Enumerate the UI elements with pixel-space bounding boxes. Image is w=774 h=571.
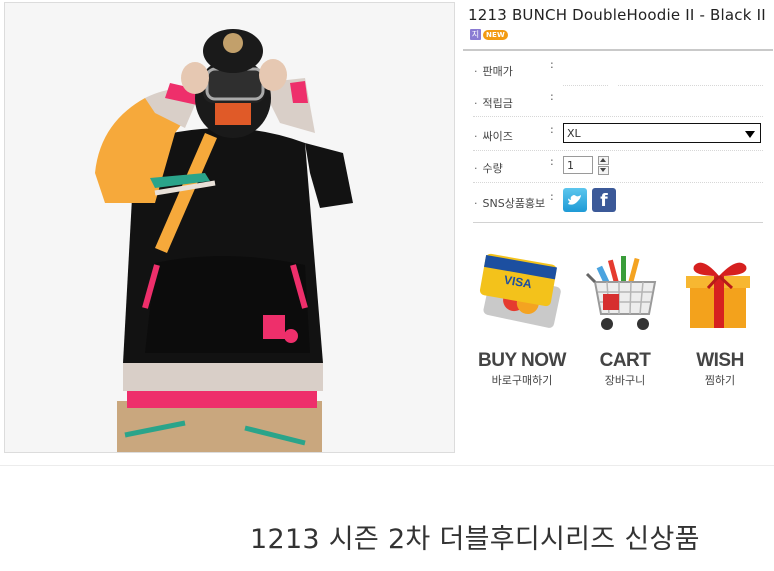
arrow-up-icon — [600, 158, 606, 162]
wish-subtitle: 찜하기 — [704, 374, 736, 387]
qty-colon: : — [550, 155, 554, 168]
section-divider — [0, 465, 774, 466]
arrow-down-icon — [600, 168, 606, 172]
divider — [473, 150, 763, 151]
size-select-value: XL — [567, 127, 581, 140]
divider — [618, 85, 763, 86]
price-colon: : — [550, 58, 554, 71]
quantity-input[interactable]: 1 — [563, 156, 593, 174]
size-label: · 싸이즈 — [474, 130, 513, 143]
qty-label: · 수량 — [474, 162, 503, 175]
product-image — [4, 2, 455, 453]
points-colon: : — [550, 90, 554, 103]
points-label: · 적립금 — [474, 97, 513, 110]
sns-label: · SNS상품홍보 — [474, 197, 546, 210]
facebook-share-button[interactable]: f — [592, 188, 616, 212]
hoodie-model-illustration — [5, 3, 454, 452]
cart-button[interactable]: CART 장바구니 — [577, 252, 673, 390]
sns-colon: : — [550, 190, 554, 203]
buy-now-subtitle: 바로구매하기 — [491, 374, 553, 387]
product-title: 1213 BUNCH DoubleHoodie II - Black II 지 NE… — [468, 6, 770, 44]
wish-title: WISH — [696, 350, 744, 371]
quantity-down-button[interactable] — [598, 166, 609, 175]
divider — [473, 116, 763, 117]
gift-box-icon — [686, 262, 750, 328]
credit-card-icon: VISA — [479, 253, 561, 328]
quantity-stepper — [598, 156, 609, 175]
divider — [473, 222, 763, 223]
divider — [563, 85, 608, 86]
size-colon: : — [550, 123, 554, 136]
cart-title: CART — [599, 350, 651, 371]
detail-headline: 1213 시즌 2차 더블후디시리즈 신상품 — [250, 524, 700, 555]
cart-subtitle: 장바구니 — [604, 374, 646, 387]
wish-button[interactable]: WISH 찜하기 — [672, 252, 768, 390]
badge-ji: 지 — [470, 29, 481, 40]
product-title-text: 1213 BUNCH DoubleHoodie II - Black II — [468, 6, 766, 24]
chevron-down-icon — [745, 131, 755, 138]
twitter-icon — [568, 195, 581, 205]
quantity-value: 1 — [567, 159, 574, 172]
badge-new: NEW — [483, 29, 508, 40]
twitter-share-button[interactable] — [563, 188, 587, 212]
divider — [473, 182, 763, 183]
shopping-cart-icon — [585, 256, 657, 330]
facebook-icon: f — [600, 191, 608, 211]
quantity-up-button[interactable] — [598, 156, 609, 165]
price-label: · 판매가 — [474, 65, 513, 78]
size-select[interactable]: XL — [563, 123, 761, 143]
buy-now-title: BUY NOW — [478, 350, 566, 371]
buy-now-button[interactable]: VISA BUY NOW 바로구매하기 — [474, 252, 570, 390]
title-divider — [463, 49, 773, 51]
